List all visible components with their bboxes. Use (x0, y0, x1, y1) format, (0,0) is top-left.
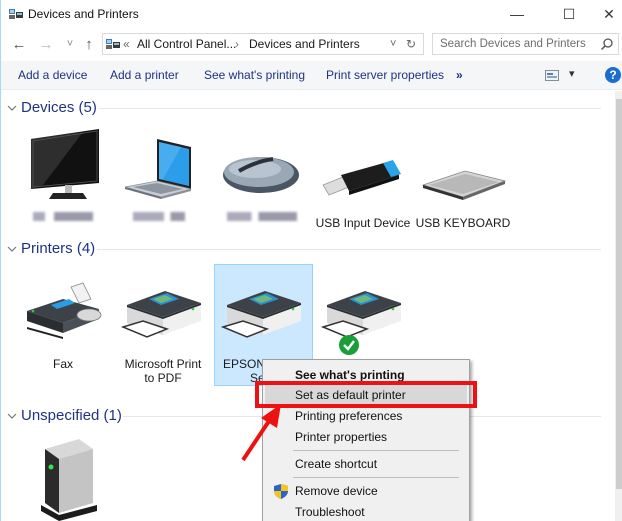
chevron-down-icon[interactable] (7, 103, 17, 113)
view-dropdown-icon[interactable]: ▾ (569, 67, 575, 80)
device-label-obscured (133, 212, 185, 221)
vertical-scrollbar[interactable] (615, 91, 622, 521)
device-label-obscured (33, 212, 93, 221)
command-bar: Add a device Add a printer See what's pr… (1, 61, 622, 90)
device-label: USB Input Device (315, 216, 411, 230)
annotation-arrow-icon (241, 404, 281, 462)
chevron-down-icon[interactable] (7, 244, 17, 254)
printer-icon (121, 291, 201, 338)
usb-dongle-icon (322, 160, 401, 196)
navigation-bar: ← → ˅ ↑ « All Control Panel... › Devices… (1, 30, 622, 58)
search-input[interactable]: Search Devices and Printers (440, 38, 586, 50)
printer-microsoft-print-to-pdf[interactable]: Microsoft Print to PDF (115, 271, 211, 385)
unspecified-group-header[interactable]: Unspecified (1) (7, 407, 122, 424)
printers-group-header[interactable]: Printers (4) (7, 240, 95, 257)
menu-separator (293, 477, 459, 478)
scrollbar-thumb[interactable] (616, 99, 622, 489)
devices-group-header[interactable]: Devices (5) (7, 99, 97, 116)
device-mouse[interactable] (211, 127, 307, 227)
menu-item-remove-device[interactable]: Remove device (265, 481, 467, 502)
laptop-icon (124, 139, 192, 199)
devices-group-title: Devices (5) (21, 99, 97, 116)
address-bar[interactable]: « All Control Panel... › Devices and Pri… (102, 33, 424, 55)
annotation-highlight-box (255, 381, 477, 408)
close-icon: ✕ (603, 5, 615, 22)
address-dropdown-icon[interactable]: ˅ (390, 38, 396, 50)
server-icon (41, 439, 97, 521)
help-button[interactable]: ? (605, 67, 621, 83)
breadcrumb-devices-and-printers[interactable]: Devices and Printers (249, 37, 360, 51)
device-laptop[interactable] (111, 127, 207, 227)
up-button[interactable]: ↑ (81, 35, 97, 53)
printer-label: Fax (52, 357, 73, 371)
menu-item-printing-preferences[interactable]: Printing preferences (265, 406, 467, 427)
printer-icon (321, 291, 401, 338)
change-view-icon[interactable] (545, 70, 559, 81)
device-label-obscured (227, 212, 297, 221)
device-usb-keyboard[interactable]: USB KEYBOARD (415, 127, 511, 230)
back-arrow-icon: ← (11, 35, 27, 53)
more-commands-button[interactable]: » (456, 68, 463, 82)
printers-group-title: Printers (4) (21, 240, 96, 257)
maximize-button[interactable]: ☐ (551, 0, 587, 28)
maximize-icon: ☐ (562, 5, 576, 22)
add-printer-button[interactable]: Add a printer (110, 68, 179, 82)
devices-and-printers-window: Devices and Printers — ☐ ✕ ← → ˅ ↑ « All… (0, 0, 622, 521)
monitor-icon (31, 129, 99, 199)
menu-item-create-shortcut[interactable]: Create shortcut (265, 454, 467, 475)
printer-label-line1: Microsoft Print (124, 357, 202, 371)
control-panel-icon (106, 39, 120, 49)
printer-icon (221, 291, 301, 338)
breadcrumb-overflow[interactable]: « (123, 37, 130, 51)
see-whats-printing-button[interactable]: See what's printing (204, 68, 305, 82)
window-title: Devices and Printers (28, 7, 139, 21)
menu-item-printer-properties[interactable]: Printer properties (265, 427, 467, 448)
up-arrow-icon: ↑ (85, 35, 93, 53)
unspecified-group-title: Unspecified (1) (21, 407, 122, 424)
breadcrumb-all-control-panel[interactable]: All Control Panel... (137, 37, 236, 51)
printer-fax[interactable]: Fax (15, 271, 111, 381)
device-monitor[interactable] (15, 127, 111, 227)
mouse-icon (223, 157, 299, 193)
back-button[interactable]: ← (11, 35, 27, 53)
print-server-properties-button[interactable]: Print server properties (326, 68, 444, 82)
search-icon[interactable] (600, 37, 614, 51)
fax-icon (27, 282, 102, 339)
chevron-down-icon[interactable] (7, 411, 17, 421)
minimize-button[interactable]: — (499, 0, 535, 28)
forward-button[interactable]: → (38, 35, 54, 53)
menu-item-troubleshoot[interactable]: Troubleshoot (265, 502, 467, 521)
default-printer-check-icon (339, 335, 359, 355)
printer-label-line2: to PDF (144, 371, 182, 385)
uac-shield-icon (274, 484, 288, 499)
devices-printers-app-icon (9, 9, 23, 19)
close-button[interactable]: ✕ (591, 0, 622, 28)
recent-locations-button[interactable]: ˅ (62, 35, 78, 53)
group-divider (99, 108, 601, 109)
device-label: USB KEYBOARD (415, 216, 511, 230)
group-divider (97, 249, 601, 250)
keyboard-icon (421, 170, 507, 200)
refresh-icon[interactable]: ↻ (406, 37, 416, 51)
forward-arrow-icon: → (38, 35, 54, 53)
minimize-icon: — (510, 6, 524, 22)
device-unspecified[interactable] (15, 431, 111, 521)
help-icon: ? (609, 68, 617, 82)
search-box[interactable]: Search Devices and Printers (432, 33, 619, 55)
device-usb-input[interactable]: USB Input Device (315, 127, 411, 230)
chevron-down-icon: ˅ (66, 38, 74, 50)
breadcrumb-separator[interactable]: › (235, 37, 239, 51)
add-device-button[interactable]: Add a device (18, 68, 87, 82)
title-bar: Devices and Printers — ☐ ✕ (1, 0, 622, 28)
menu-separator (293, 450, 459, 451)
